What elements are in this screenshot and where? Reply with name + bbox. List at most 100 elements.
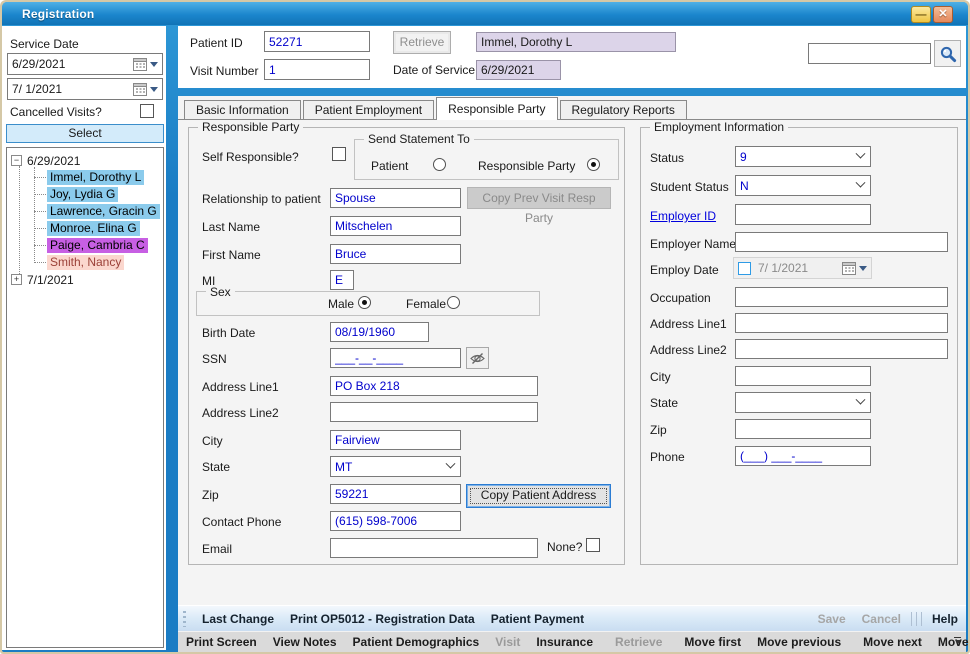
mi-input[interactable] — [330, 270, 354, 290]
tree-patient-item[interactable]: Joy, Lydia G — [34, 186, 163, 203]
rp-state-select[interactable]: MT — [330, 456, 461, 477]
employer-id-link[interactable]: Employer ID — [650, 209, 716, 223]
search-input[interactable] — [808, 43, 931, 64]
menubar-item-visit[interactable]: Visit — [487, 635, 528, 649]
emp-address1-label: Address Line1 — [650, 317, 727, 331]
first-name-input[interactable] — [330, 244, 461, 264]
menubar-item-insurance[interactable]: Insurance — [528, 635, 601, 649]
menubar-item-move-previous[interactable]: Move previous — [749, 635, 849, 649]
rp-state-label: State — [202, 460, 230, 474]
rp-zip-input[interactable] — [330, 484, 461, 504]
employer-name-input[interactable] — [735, 232, 948, 252]
rp-city-input[interactable] — [330, 430, 461, 450]
email-none-checkbox[interactable] — [586, 538, 600, 552]
rp-address2-input[interactable] — [330, 402, 538, 422]
toolbar-separator — [916, 612, 917, 626]
tree-date-node[interactable]: −6/29/2021 — [7, 152, 163, 169]
tree-patient-item[interactable]: Paige, Cambria C — [34, 237, 163, 254]
occupation-input[interactable] — [735, 287, 948, 307]
menubar-item-print-screen[interactable]: Print Screen — [178, 635, 265, 649]
employ-date-checkbox[interactable] — [738, 262, 751, 275]
tree-patient-label: Monroe, Elina G — [47, 221, 140, 236]
last-name-input[interactable] — [330, 216, 461, 236]
ssn-label: SSN — [202, 352, 227, 366]
rp-address1-input[interactable] — [330, 376, 538, 396]
emp-state-label: State — [650, 396, 678, 410]
retrieve-button[interactable]: Retrieve — [393, 31, 451, 54]
help-button[interactable]: Help — [924, 612, 966, 626]
dropdown-arrow-icon[interactable] — [150, 87, 158, 92]
tree-date-node[interactable]: +7/1/2021 — [7, 271, 163, 288]
save-button[interactable]: Save — [810, 612, 854, 626]
tab-basic-information[interactable]: Basic Information — [184, 100, 301, 119]
collapse-icon[interactable]: − — [11, 155, 22, 166]
service-date-from-picker[interactable]: 6/29/2021 — [7, 53, 163, 75]
menu-overflow-icon[interactable] — [953, 637, 962, 644]
tab-regulatory-reports[interactable]: Regulatory Reports — [560, 100, 687, 119]
toolbar-item-last-change[interactable]: Last Change — [194, 612, 282, 626]
tree-patient-label: Smith, Nancy — [47, 255, 124, 270]
emp-zip-input[interactable] — [735, 419, 871, 439]
menubar-item-view-notes[interactable]: View Notes — [265, 635, 345, 649]
emp-state-select[interactable] — [735, 392, 871, 413]
expand-icon[interactable]: + — [11, 274, 22, 285]
copy-prev-visit-button[interactable]: Copy Prev Visit Resp Party — [467, 187, 611, 209]
service-date-to-picker[interactable]: 7/ 1/2021 — [7, 78, 163, 100]
statement-responsible-radio[interactable] — [587, 158, 600, 171]
student-status-select[interactable]: N — [735, 175, 871, 196]
search-button[interactable] — [934, 40, 961, 67]
cancelled-visits-checkbox[interactable] — [140, 104, 154, 118]
menubar-item-move-first[interactable]: Move first — [676, 635, 749, 649]
menubar-item-move-next[interactable]: Move next — [855, 635, 930, 649]
tree-patient-item[interactable]: Smith, Nancy — [34, 254, 163, 271]
title-bar[interactable]: Registration — [2, 2, 968, 25]
toolbar-item-print-op5012-registration-data[interactable]: Print OP5012 - Registration Data — [282, 612, 483, 626]
emp-city-input[interactable] — [735, 366, 871, 386]
date-of-service-label: Date of Service — [393, 63, 475, 77]
calendar-icon — [133, 83, 147, 96]
visit-tree[interactable]: −6/29/2021Immel, Dorothy LJoy, Lydia GLa… — [6, 147, 164, 648]
tab-responsible-party[interactable]: Responsible Party — [436, 97, 557, 120]
rp-state-value: MT — [335, 460, 352, 474]
statement-patient-radio[interactable] — [433, 158, 446, 171]
minimize-button[interactable] — [911, 6, 931, 23]
emp-address2-input[interactable] — [735, 339, 948, 359]
female-radio[interactable] — [447, 296, 460, 309]
employ-date-picker[interactable]: 7/ 1/2021 — [733, 257, 872, 279]
patient-id-input[interactable] — [264, 31, 370, 52]
menubar-item-move-last[interactable]: Move last — [930, 635, 970, 649]
emp-phone-label: Phone — [650, 450, 685, 464]
tree-patient-item[interactable]: Monroe, Elina G — [34, 220, 163, 237]
email-none-label: None? — [547, 540, 582, 554]
email-input[interactable] — [330, 538, 538, 558]
status-select[interactable]: 9 — [735, 146, 871, 167]
ssn-input[interactable] — [330, 348, 461, 368]
employer-id-input[interactable] — [735, 204, 871, 225]
close-button[interactable] — [933, 6, 953, 23]
relationship-input[interactable] — [330, 188, 461, 208]
self-responsible-label: Self Responsible? — [202, 150, 299, 164]
dropdown-arrow-icon[interactable] — [859, 266, 867, 271]
tree-patient-item[interactable]: Lawrence, Gracin G — [34, 203, 163, 220]
visit-number-input[interactable] — [264, 59, 370, 80]
tree-patient-item[interactable]: Immel, Dorothy L — [34, 169, 163, 186]
patient-name-field: Immel, Dorothy L — [476, 32, 676, 52]
emp-phone-input[interactable] — [735, 446, 871, 466]
male-radio[interactable] — [358, 296, 371, 309]
toolbar-item-patient-payment[interactable]: Patient Payment — [483, 612, 592, 626]
ssn-reveal-button[interactable] — [466, 347, 489, 369]
self-responsible-checkbox[interactable] — [332, 147, 346, 161]
sidebar-panel: Service Date 6/29/2021 7/ 1/2021 Cancell… — [2, 26, 166, 650]
select-button[interactable]: Select — [6, 124, 164, 143]
emp-address1-input[interactable] — [735, 313, 948, 333]
birth-date-input[interactable] — [330, 322, 429, 342]
student-status-label: Student Status — [650, 180, 729, 194]
copy-patient-address-button[interactable]: Copy Patient Address — [466, 484, 611, 508]
tab-patient-employment[interactable]: Patient Employment — [303, 100, 434, 119]
dropdown-arrow-icon[interactable] — [150, 62, 158, 67]
contact-phone-input[interactable] — [330, 511, 461, 531]
cancel-button[interactable]: Cancel — [854, 612, 909, 626]
menubar-item-patient-demographics[interactable]: Patient Demographics — [345, 635, 488, 649]
tree-date-label: 6/29/2021 — [27, 154, 80, 168]
menubar-item-retrieve[interactable]: Retrieve — [607, 635, 670, 649]
